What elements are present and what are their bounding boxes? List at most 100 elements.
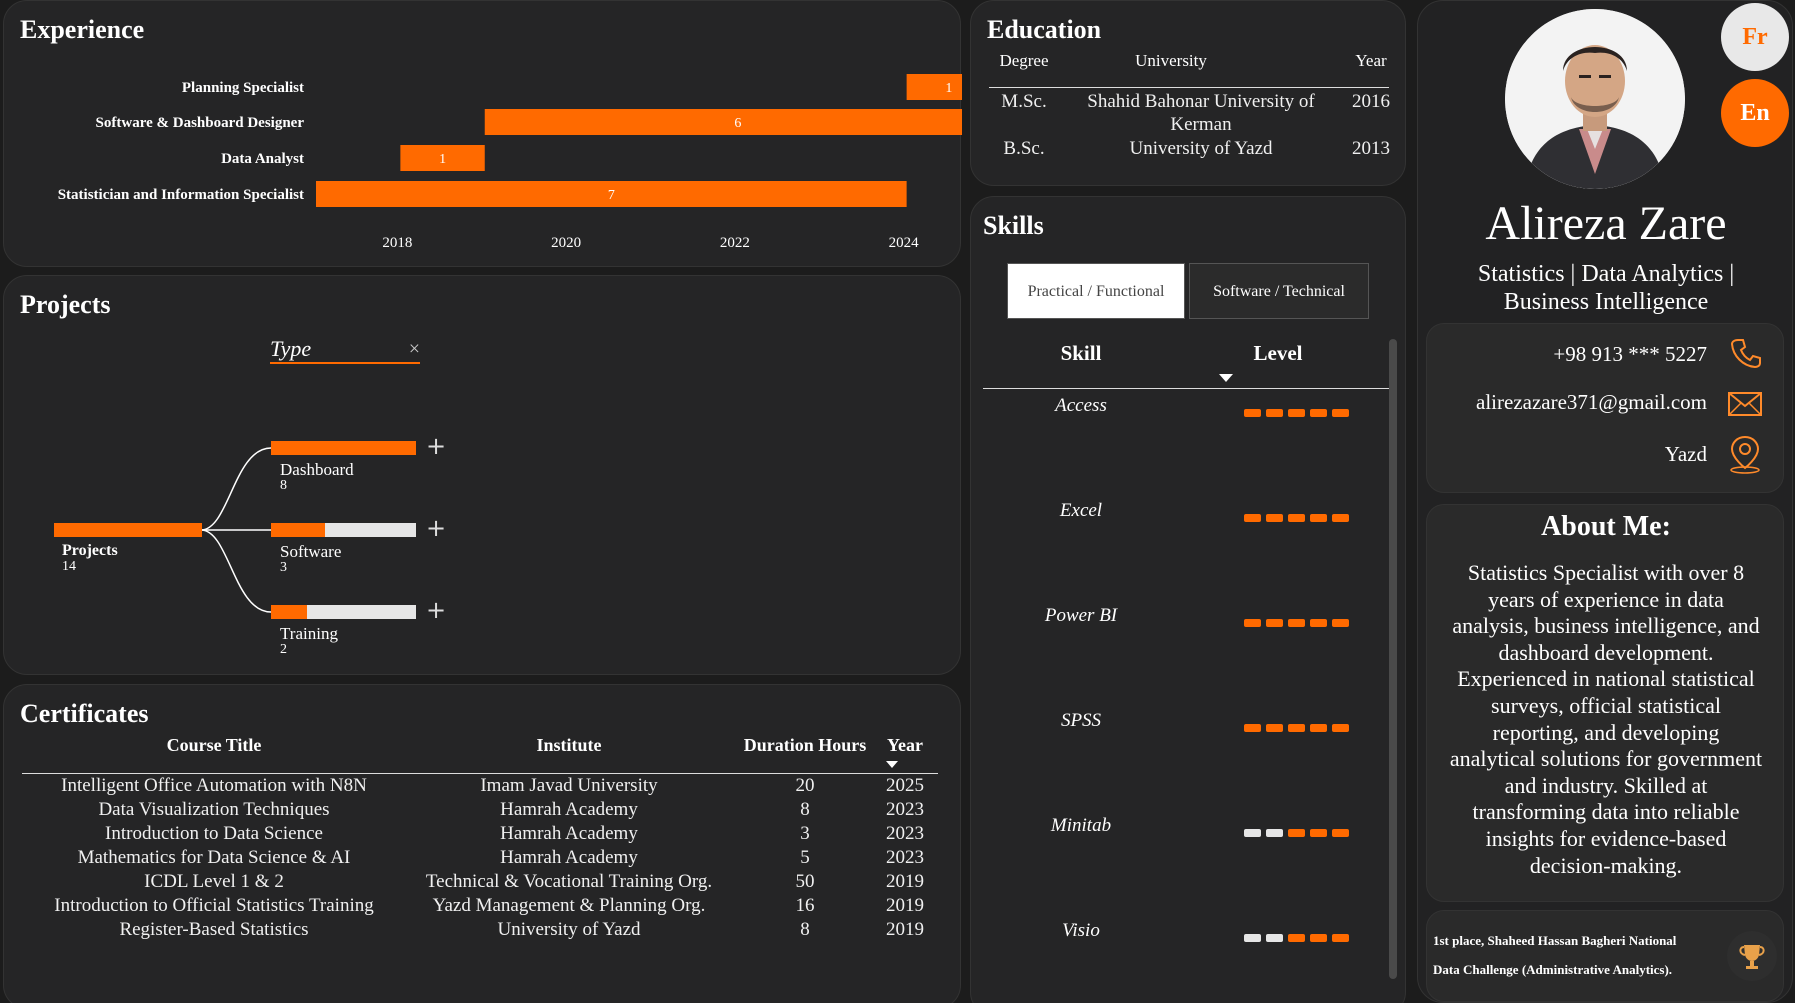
- project-root-count: 14: [62, 559, 76, 574]
- skill-level-segment: [1288, 724, 1305, 732]
- cert-year-cell: 2023: [886, 823, 924, 844]
- about-card: About Me: Statistics Specialist with ove…: [1426, 504, 1784, 902]
- expand-icon[interactable]: +: [426, 432, 446, 460]
- experience-bar-label: 1: [439, 152, 446, 167]
- sort-desc-icon[interactable]: [886, 761, 898, 768]
- phone-icon[interactable]: [1729, 336, 1763, 370]
- project-node-count: 3: [280, 560, 287, 575]
- about-line: analysis, business intelligence, and: [1452, 613, 1760, 639]
- project-node-count: 2: [280, 642, 287, 657]
- skills-header-level[interactable]: Level: [1203, 341, 1353, 366]
- skill-level-segment: [1288, 619, 1305, 627]
- skill-level-meter: [1244, 402, 1354, 421]
- about-text: Statistics Specialist with over 8 years o…: [1427, 560, 1785, 879]
- skills-header-skill[interactable]: Skill: [1007, 341, 1155, 366]
- skill-level-segment: [1310, 724, 1327, 732]
- about-line: analytical solutions for government: [1449, 746, 1763, 772]
- about-line: surveys, official statistical: [1491, 692, 1721, 718]
- email-text[interactable]: alirezazare371@gmail.com: [1476, 390, 1707, 415]
- project-node-fill: [271, 441, 416, 455]
- projects-card: Projects Type × Projects 14 + Dashboard 8 +…: [3, 275, 961, 675]
- x-tick-label: 2018: [382, 235, 412, 251]
- project-node-bar[interactable]: [271, 441, 416, 455]
- skill-level-segment: [1288, 829, 1305, 837]
- project-node-bar[interactable]: [271, 605, 416, 619]
- cert-year-cell: 2023: [886, 799, 924, 820]
- about-line: decision-making.: [1529, 852, 1683, 878]
- award-text: Data Challenge (Administrative Analytics…: [1433, 962, 1673, 977]
- skill-level-segment: [1244, 514, 1261, 522]
- cert-year-cell: 2019: [886, 871, 924, 892]
- profile-subtitle: Business Intelligence: [1503, 289, 1709, 315]
- language-fr-button[interactable]: Fr: [1721, 3, 1789, 71]
- profile-subtitle: Statistics | Data Analytics |: [1477, 261, 1735, 287]
- experience-chart: Planning Specialist 1 Software & Dashboard…: [58, 74, 962, 251]
- cert-year-cell: 2019: [886, 919, 924, 940]
- phone-text[interactable]: +98 913 *** 5227: [1553, 342, 1707, 367]
- project-root-bar[interactable]: [54, 523, 202, 537]
- experience-role-label: Planning Specialist: [182, 80, 304, 96]
- cert-duration-cell: 50: [795, 871, 815, 892]
- skill-level-segment: [1244, 409, 1261, 417]
- skills-scrollbar[interactable]: [1389, 339, 1397, 979]
- skills-card: Skills Practical / Functional Software /…: [970, 196, 1406, 1003]
- skill-level-segment: [1332, 409, 1349, 417]
- skill-level-segment: [1332, 829, 1349, 837]
- project-node-fill: [271, 523, 326, 537]
- cert-header-year[interactable]: Year: [870, 735, 940, 756]
- skill-level-segment: [1310, 514, 1327, 522]
- skill-name: Power BI: [1044, 605, 1118, 626]
- project-node-bar[interactable]: [271, 523, 416, 537]
- award-card: 1st place, Shaheed Hassan Bagheri Nation…: [1426, 910, 1784, 1002]
- experience-bar[interactable]: [906, 74, 962, 100]
- contact-card: +98 913 *** 5227 alirezazare371@gmail.co…: [1426, 323, 1784, 493]
- about-line: years of experience in data: [1488, 586, 1724, 612]
- language-en-button[interactable]: En: [1721, 79, 1789, 147]
- edu-header-university: University: [1135, 51, 1207, 70]
- skill-level-meter: [1244, 717, 1354, 736]
- expand-icon[interactable]: +: [426, 596, 446, 624]
- edu-university-cont: Kerman: [1170, 114, 1232, 135]
- edu-year: 2013: [1352, 138, 1390, 159]
- cert-course-cell: Introduction to Data Science: [105, 823, 323, 844]
- tab-software-technical[interactable]: Software / Technical: [1189, 263, 1369, 319]
- cert-header-duration[interactable]: Duration Hours: [730, 735, 880, 756]
- skill-level-segment: [1332, 934, 1349, 942]
- skill-level-meter: [1244, 612, 1354, 631]
- skill-level-segment: [1266, 724, 1283, 732]
- trophy-icon: [1739, 945, 1765, 969]
- tab-practical-functional[interactable]: Practical / Functional: [1007, 263, 1185, 319]
- skill-name: Excel: [1059, 500, 1103, 521]
- skill-level-segment: [1266, 829, 1283, 837]
- expand-icon[interactable]: +: [426, 514, 446, 542]
- award-text: 1st place, Shaheed Hassan Bagheri Nation…: [1433, 933, 1677, 948]
- cert-institute-cell: Hamrah Academy: [500, 847, 638, 868]
- skill-level-segment: [1244, 829, 1261, 837]
- about-title: About Me:: [1541, 511, 1671, 542]
- cert-header-course[interactable]: Course Title: [4, 735, 424, 756]
- cert-year-cell: 2025: [886, 775, 924, 796]
- cert-course-cell: Data Visualization Techniques: [98, 799, 330, 820]
- cert-duration-cell: 5: [800, 847, 810, 868]
- skill-level-segment: [1310, 829, 1327, 837]
- edu-header-degree: Degree: [999, 51, 1049, 70]
- email-icon[interactable]: [1727, 390, 1763, 418]
- project-node-count: 8: [280, 478, 287, 493]
- cert-institute-cell: University of Yazd: [497, 919, 641, 940]
- cert-institute-cell: Yazd Management & Planning Org.: [432, 895, 706, 916]
- skill-level-segment: [1288, 934, 1305, 942]
- experience-role-label: Statistician and Information Specialist: [58, 187, 304, 203]
- edu-university: University of Yazd: [1129, 138, 1273, 159]
- cert-institute-cell: Hamrah Academy: [500, 823, 638, 844]
- profile-card: Fr En Alireza Zare Statistics | Data Ana…: [1417, 0, 1793, 1003]
- skills-header-divider: [983, 388, 1391, 389]
- cert-header-institute[interactable]: Institute: [404, 735, 734, 756]
- edu-university: Shahid Bahonar University of: [1087, 91, 1315, 112]
- skill-level-segment: [1288, 514, 1305, 522]
- edu-header-year: Year: [1355, 51, 1387, 70]
- skill-level-segment: [1332, 514, 1349, 522]
- experience-role-label: Software & Dashboard Designer: [96, 115, 305, 131]
- sort-desc-icon[interactable]: [1219, 374, 1233, 382]
- skill-level-segment: [1266, 409, 1283, 417]
- experience-bar[interactable]: [484, 109, 962, 135]
